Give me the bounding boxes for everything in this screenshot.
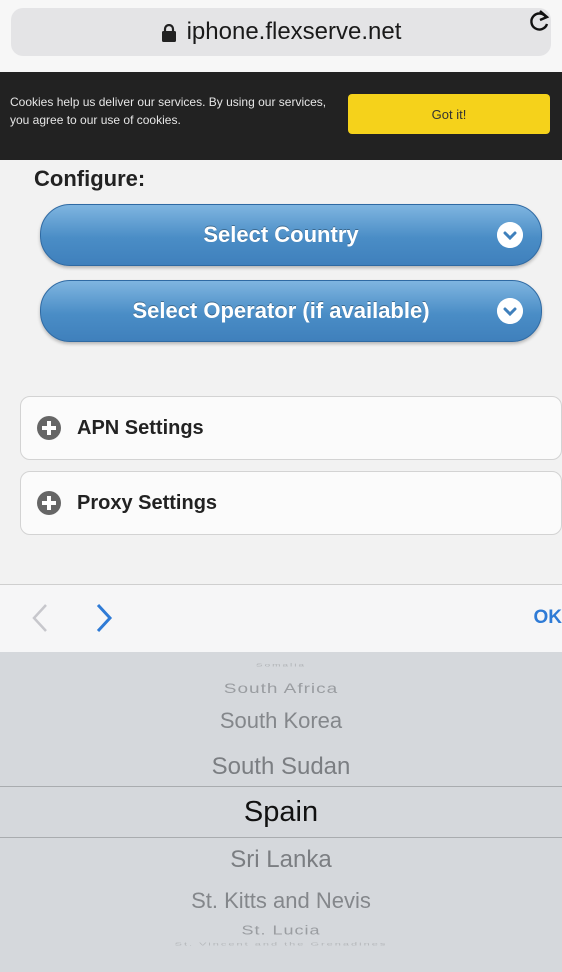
picker-item[interactable]: Sri Lanka (0, 846, 562, 874)
plus-icon (37, 491, 61, 515)
proxy-settings-label: Proxy Settings (77, 491, 218, 514)
lock-icon (161, 24, 176, 42)
plus-icon (37, 416, 61, 440)
select-country-dropdown[interactable]: Select Country (40, 204, 542, 266)
chevron-down-icon (497, 222, 523, 248)
picker-item[interactable]: South Korea (0, 708, 562, 734)
chevron-down-icon (497, 298, 523, 324)
picker-toolbar: OK (0, 584, 562, 653)
proxy-settings-section[interactable]: Proxy Settings (20, 471, 562, 535)
ok-button[interactable]: OK (534, 607, 562, 629)
select-operator-dropdown[interactable]: Select Operator (if available) (40, 280, 542, 342)
cookie-banner: Cookies help us deliver our services. By… (0, 72, 562, 160)
cookie-message: Cookies help us deliver our services. By… (10, 95, 327, 127)
country-picker[interactable]: Somalia South Africa South Korea South S… (0, 652, 562, 972)
address-bar[interactable]: iphone.flexserve.net (11, 8, 551, 56)
picker-item[interactable]: St. Lucia (0, 923, 562, 938)
reload-icon[interactable] (528, 8, 550, 41)
picker-selection-top (0, 786, 562, 787)
picker-item[interactable]: South Sudan (0, 753, 562, 781)
picker-item[interactable]: South Africa (0, 681, 562, 698)
url-text: iphone.flexserve.net (186, 18, 402, 45)
picker-selected-item[interactable]: Spain (0, 796, 562, 829)
browser-bar: iphone.flexserve.net (0, 0, 562, 72)
chevron-left-icon[interactable] (28, 601, 52, 635)
select-country-label: Select Country (203, 222, 359, 247)
apn-settings-section[interactable]: APN Settings (20, 396, 562, 460)
got-it-button[interactable]: Got it! (348, 94, 550, 134)
picker-item[interactable]: St. Vincent and the Grenadines (0, 941, 562, 946)
configure-heading: Configure: (34, 166, 146, 191)
picker-item[interactable]: St. Kitts and Nevis (0, 888, 562, 914)
select-operator-label: Select Operator (if available) (132, 298, 430, 323)
picker-selection-bottom (0, 837, 562, 838)
chevron-right-icon[interactable] (92, 601, 116, 635)
apn-settings-label: APN Settings (77, 416, 204, 439)
picker-item[interactable]: Somalia (0, 663, 562, 668)
